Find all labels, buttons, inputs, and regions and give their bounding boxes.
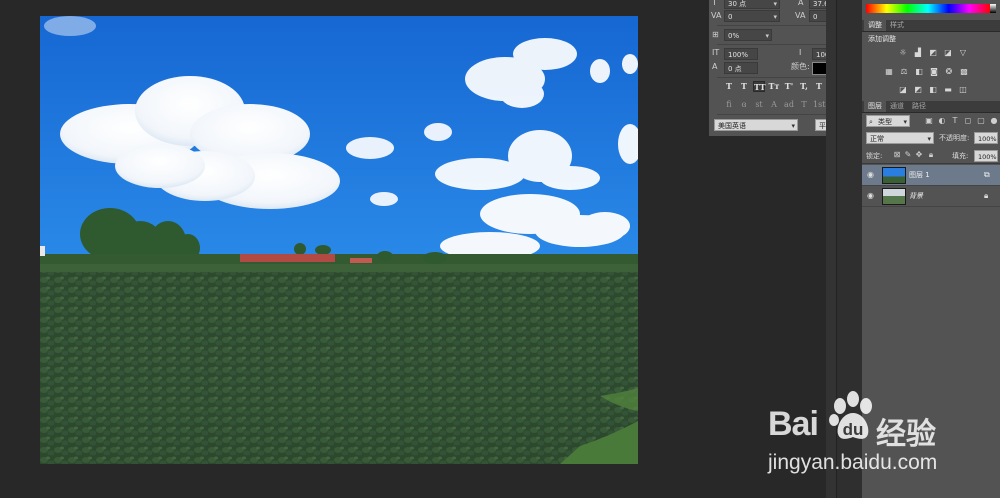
opentype-button[interactable]: A: [768, 99, 780, 110]
type-style-button[interactable]: TT: [753, 81, 766, 92]
search-icon: ⌕: [869, 118, 873, 126]
opentype-button[interactable]: st: [753, 99, 765, 110]
photo-filter-icon[interactable]: ◙: [929, 67, 939, 76]
language-select[interactable]: 美国英语: [714, 119, 798, 131]
leading-icon: A: [798, 0, 804, 7]
vibrance-icon[interactable]: ▽: [958, 48, 968, 57]
red-roof-building: [240, 254, 335, 262]
opentype-button[interactable]: fi: [723, 99, 735, 110]
selective-color-icon[interactable]: ◫: [958, 85, 968, 94]
layer-row-background[interactable]: ◉ 背景 🔒︎: [862, 186, 1000, 207]
font-size-icon: T: [712, 0, 717, 7]
kerning-field[interactable]: 0: [724, 10, 780, 22]
gradient-map-icon[interactable]: ▬: [943, 85, 953, 94]
type-filter-icon[interactable]: T: [950, 116, 960, 126]
tab-styles[interactable]: 样式: [886, 20, 908, 31]
fill-field[interactable]: 100%: [974, 150, 998, 162]
brightness-icon[interactable]: ☼: [898, 48, 908, 57]
bw-ramp[interactable]: [990, 4, 996, 13]
lock-paint-icon[interactable]: ✎: [903, 150, 913, 160]
document-canvas[interactable]: [40, 16, 638, 464]
color-label: 颜色:: [791, 62, 810, 71]
type-style-button[interactable]: T,: [798, 81, 810, 92]
watermark-url: jingyan.baidu.com: [768, 451, 938, 474]
filter-toggle-icon[interactable]: ●: [989, 116, 999, 126]
tab-layers[interactable]: 图层: [864, 101, 886, 112]
exposure-icon[interactable]: ◪: [943, 48, 953, 57]
kerning-icon: VA: [711, 11, 722, 20]
layers-tabbar: 图层 通道 路径: [862, 101, 1000, 113]
smart-filter-icon[interactable]: ▢: [976, 116, 986, 126]
shape-filter-icon[interactable]: ◻: [963, 116, 973, 126]
baseline-shift-field[interactable]: 0 点: [724, 62, 758, 74]
scale-field[interactable]: 0%: [724, 29, 772, 41]
layer-filter-select[interactable]: ⌕ 类型: [866, 115, 910, 127]
lock-all-icon[interactable]: 🔒︎: [926, 150, 936, 160]
smart-object-icon: ⧉: [984, 170, 990, 179]
horizontal-scale-icon: I: [799, 48, 802, 57]
font-size-field[interactable]: 30 点: [724, 0, 780, 9]
lock-icon: 🔒︎: [984, 191, 989, 200]
tab-channels[interactable]: 通道: [886, 101, 908, 112]
lock-position-icon[interactable]: ✥: [914, 150, 924, 160]
lock-label: 锁定:: [866, 152, 883, 160]
opentype-button[interactable]: 1st: [813, 99, 825, 110]
curves-icon[interactable]: ◩: [928, 48, 938, 57]
landscape-image: [40, 16, 638, 464]
lock-transparent-icon[interactable]: ⊠: [892, 150, 902, 160]
color-lookup-icon[interactable]: ▩: [959, 67, 969, 76]
pixel-filter-icon[interactable]: ▣: [924, 116, 934, 126]
baseline-shift-icon: A: [712, 62, 718, 71]
type-style-button[interactable]: T': [783, 81, 795, 92]
baidu-paw-logo: du: [829, 391, 872, 439]
invert-icon[interactable]: ◪: [898, 85, 908, 94]
threshold-icon[interactable]: ◧: [928, 85, 938, 94]
layer-name[interactable]: 图层 1: [909, 170, 930, 180]
opentype-button[interactable]: ɞ: [738, 99, 750, 110]
layer-row-layer1[interactable]: ◉ 图层 1 ⧉: [862, 165, 1000, 186]
tab-adjustments[interactable]: 调整: [864, 20, 886, 31]
layer-thumbnail: [882, 188, 906, 205]
levels-icon[interactable]: ▟: [913, 48, 923, 57]
bw-icon[interactable]: ◧: [914, 67, 924, 76]
watermark-brand: Bai: [768, 405, 819, 443]
opacity-label: 不透明度:: [939, 134, 970, 142]
opentype-button[interactable]: T: [798, 99, 810, 110]
watermark-brand-suffix: 经验: [876, 417, 936, 452]
hsl-icon[interactable]: ▦: [884, 67, 894, 76]
type-style-button[interactable]: T: [738, 81, 750, 92]
vertical-scale-icon: IT: [712, 48, 720, 57]
adjustment-filter-icon[interactable]: ◐: [937, 116, 947, 126]
type-style-button[interactable]: T: [813, 81, 825, 92]
blend-mode-select[interactable]: 正常: [866, 132, 934, 144]
posterize-icon[interactable]: ◩: [913, 85, 923, 94]
scale-icon: ⊞: [712, 30, 719, 39]
eye-icon[interactable]: ◉: [867, 171, 875, 179]
adjustments-title: 添加调整: [868, 35, 896, 43]
vertical-scale-field[interactable]: 100%: [724, 48, 758, 60]
channel-mixer-icon[interactable]: ❂: [944, 67, 954, 76]
fill-label: 填充:: [952, 152, 969, 160]
eye-icon[interactable]: ◉: [867, 192, 875, 200]
type-style-button[interactable]: Tт: [768, 81, 780, 92]
tracking-icon: VA: [795, 11, 806, 20]
svg-text:du: du: [843, 420, 864, 439]
layer-name[interactable]: 背景: [909, 191, 923, 201]
baidu-jingyan-watermark: du Bai 经验 jingyan.baidu.com: [768, 391, 998, 491]
adjustments-tabbar: 调整 样式: [862, 20, 1000, 32]
color-spectrum[interactable]: [866, 4, 990, 13]
tab-paths[interactable]: 路径: [908, 101, 930, 112]
type-style-button[interactable]: T: [723, 81, 735, 92]
layer-thumbnail: [882, 167, 906, 184]
opentype-button[interactable]: ad: [783, 99, 795, 110]
opacity-field[interactable]: 100%: [974, 132, 998, 144]
color-balance-icon[interactable]: ⚖: [899, 67, 909, 76]
